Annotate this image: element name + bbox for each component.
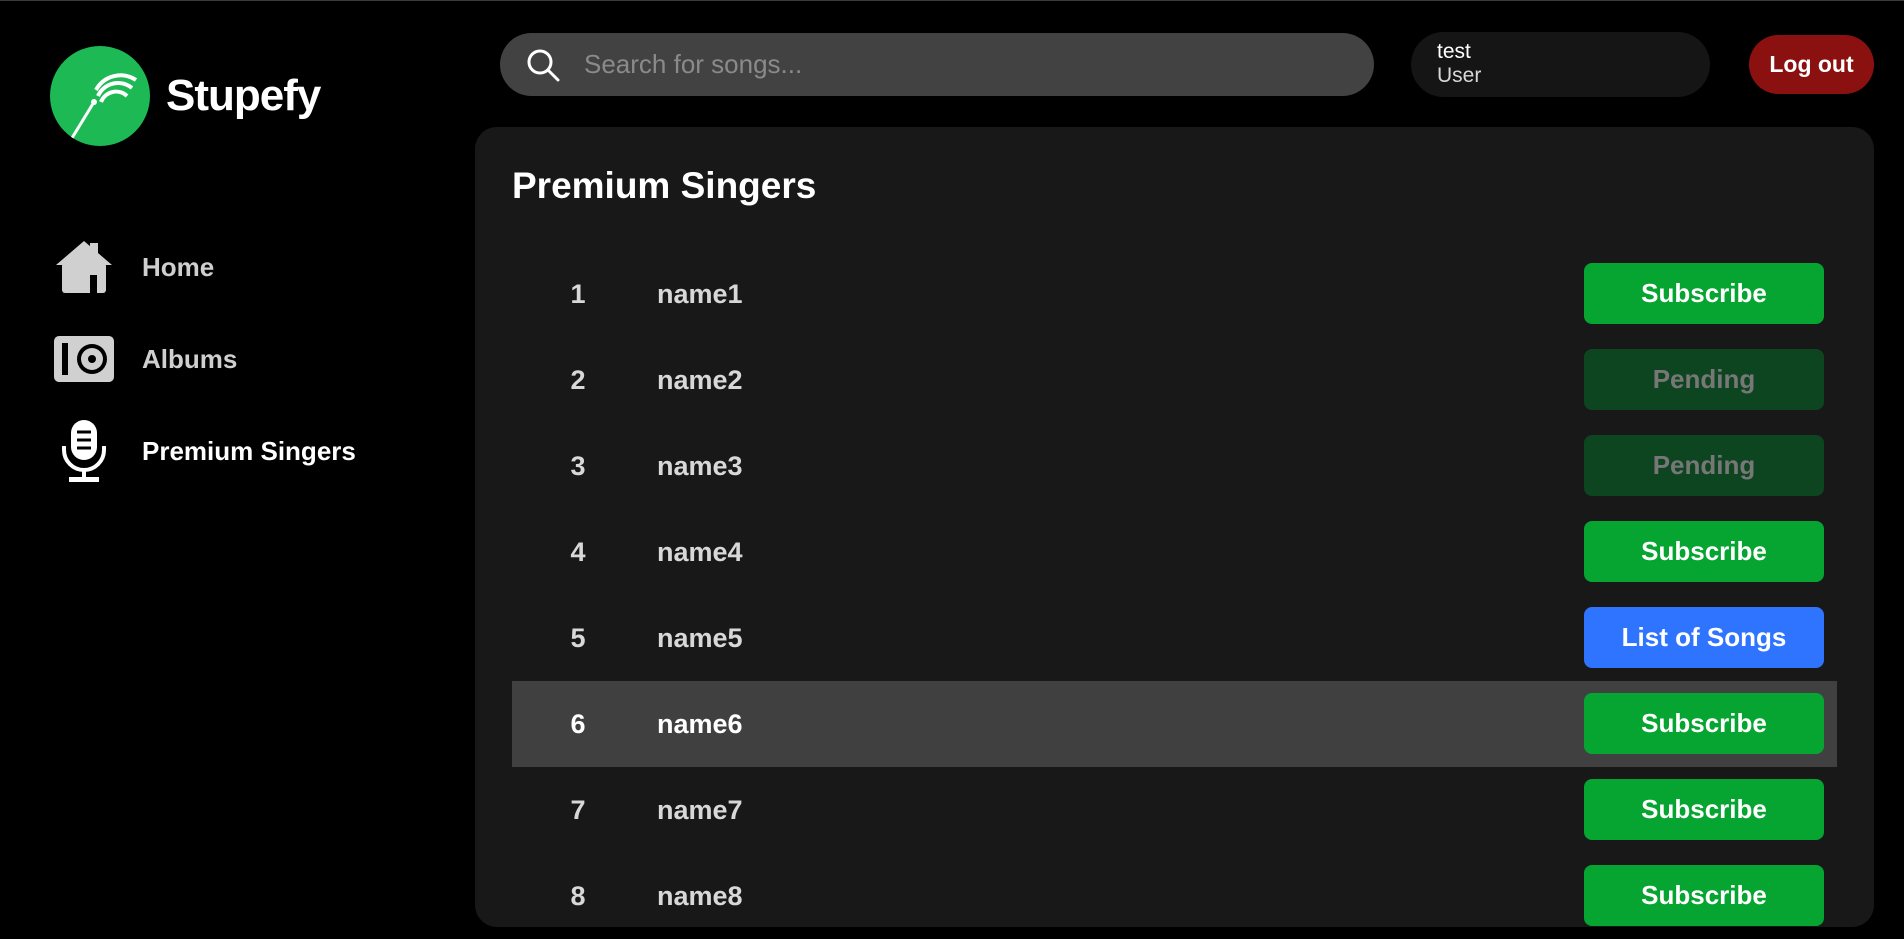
app-name: Stupefy xyxy=(166,71,321,120)
singers-list: 1 name1 Subscribe 2 name2 Pending 3 name… xyxy=(512,251,1837,939)
logo-icon xyxy=(50,46,150,146)
singer-name: name7 xyxy=(657,795,743,825)
sidebar-item-home[interactable]: Home xyxy=(50,221,430,313)
row-number: 1 xyxy=(570,279,586,309)
row-number: 8 xyxy=(570,881,586,911)
row-number: 7 xyxy=(570,795,586,825)
singer-name: name6 xyxy=(657,709,743,739)
list-of-songs-button[interactable]: List of Songs xyxy=(1584,607,1824,668)
page-title: Premium Singers xyxy=(512,165,817,206)
sidebar-nav: Home Albums Premium Singers xyxy=(50,221,430,497)
user-badge[interactable]: test User xyxy=(1411,32,1710,97)
sidebar-item-albums[interactable]: Albums xyxy=(50,313,430,405)
app-logo[interactable]: Stupefy xyxy=(50,46,321,146)
search-bar xyxy=(500,33,1374,96)
sidebar-item-label: Albums xyxy=(142,343,238,374)
album-icon xyxy=(50,325,118,393)
singer-row[interactable]: 7 name7 Subscribe xyxy=(512,767,1837,853)
home-icon xyxy=(50,233,118,301)
row-number: 2 xyxy=(570,365,586,395)
singer-row[interactable]: 6 name6 Subscribe xyxy=(512,681,1837,767)
singer-name: name2 xyxy=(657,365,743,395)
subscribe-button[interactable]: Subscribe xyxy=(1584,865,1824,926)
singer-name: name1 xyxy=(657,279,743,309)
singer-name: name5 xyxy=(657,623,743,653)
row-number: 4 xyxy=(570,537,586,567)
user-role: User xyxy=(1437,64,1482,87)
singer-row[interactable]: 8 name8 Subscribe xyxy=(512,853,1837,939)
subscribe-button[interactable]: Subscribe xyxy=(1584,521,1824,582)
singer-row[interactable]: 5 name5 List of Songs xyxy=(512,595,1837,681)
row-number: 3 xyxy=(570,451,586,481)
pending-button[interactable]: Pending xyxy=(1584,349,1824,410)
singer-row[interactable]: 1 name1 Subscribe xyxy=(512,251,1837,337)
sidebar-item-label: Premium Singers xyxy=(142,435,356,466)
sidebar-item-premium-singers[interactable]: Premium Singers xyxy=(50,405,430,497)
singer-name: name3 xyxy=(657,451,743,481)
row-number: 5 xyxy=(570,623,586,653)
singer-row[interactable]: 2 name2 Pending xyxy=(512,337,1837,423)
logout-button[interactable]: Log out xyxy=(1749,35,1874,94)
subscribe-button[interactable]: Subscribe xyxy=(1584,779,1824,840)
search-icon xyxy=(527,49,560,81)
microphone-icon xyxy=(50,417,118,485)
row-number: 6 xyxy=(570,709,586,739)
main-panel: Premium Singers 1 name1 Subscribe 2 name… xyxy=(475,127,1874,927)
pending-button[interactable]: Pending xyxy=(1584,435,1824,496)
singer-name: name4 xyxy=(657,537,743,567)
singer-name: name8 xyxy=(657,881,743,911)
sidebar-item-label: Home xyxy=(142,251,215,282)
subscribe-button[interactable]: Subscribe xyxy=(1584,263,1824,324)
user-name: test xyxy=(1437,40,1471,63)
singer-row[interactable]: 3 name3 Pending xyxy=(512,423,1837,509)
search-input[interactable] xyxy=(582,48,1346,81)
singer-row[interactable]: 4 name4 Subscribe xyxy=(512,509,1837,595)
subscribe-button[interactable]: Subscribe xyxy=(1584,693,1824,754)
